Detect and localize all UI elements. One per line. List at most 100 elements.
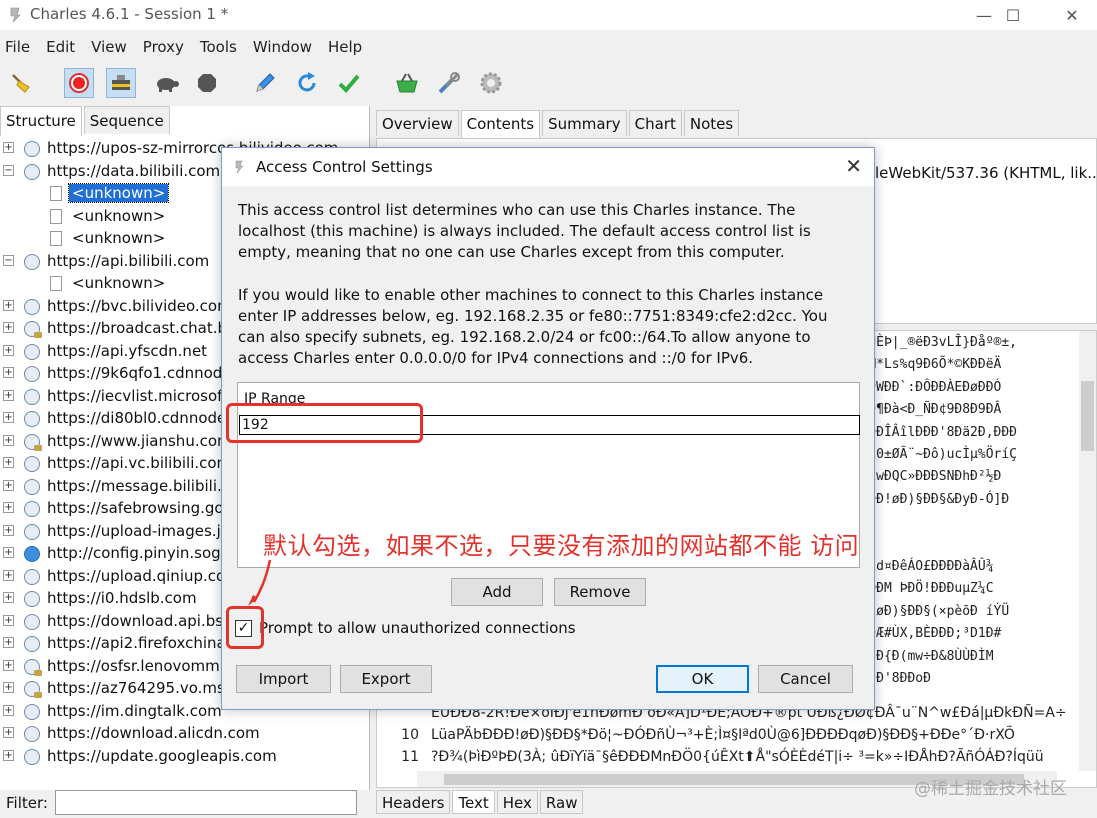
expand-icon[interactable]: + [3,389,14,401]
tree-item-label: https://download.alicdn.com [47,724,260,742]
pen-icon[interactable] [250,68,280,98]
expand-icon[interactable]: + [3,727,14,738]
tab-sequence[interactable]: Sequence [83,106,170,134]
annotation-box-checkbox [226,606,264,649]
import-button[interactable]: Import [236,665,331,693]
secure-globe-icon [24,433,42,451]
tab-structure[interactable]: Structure [0,106,82,136]
expand-icon[interactable]: + [3,637,14,648]
dialog-close-button[interactable]: ✕ [845,154,862,178]
tools-icon[interactable] [434,68,464,98]
menu-view[interactable]: View [85,34,133,60]
tree-item-label: <unknown> [72,274,166,292]
secure-globe-icon [24,681,42,698]
tree-item-label: https://api.bilibili.com [47,251,210,270]
tab-contents[interactable]: Contents [460,110,541,138]
menu-bar: File Edit View Proxy Tools Window Help [0,34,372,60]
menu-window[interactable]: Window [247,34,318,60]
document-icon [50,208,62,224]
expand-icon[interactable]: + [3,592,14,603]
menu-edit[interactable]: Edit [40,34,81,60]
tab-chart[interactable]: Chart [628,110,682,136]
expand-icon[interactable]: + [3,659,14,671]
ok-button[interactable]: OK [656,665,749,693]
add-button[interactable]: Add [451,578,543,606]
access-control-dialog: Access Control Settings ✕ This access co… [221,147,875,710]
line-number: 11 [401,749,419,765]
expand-icon[interactable]: + [3,749,14,761]
globe-icon [24,411,40,427]
tree-item-label: <unknown> [72,229,166,247]
gear-icon[interactable] [476,68,506,98]
expand-icon[interactable]: + [3,457,14,468]
check-icon[interactable] [334,68,364,98]
tab-headers[interactable]: Headers [376,790,451,814]
globe-icon [24,388,40,405]
expand-icon[interactable]: + [3,524,14,536]
broom-icon[interactable] [6,68,36,98]
globe-icon [24,546,40,562]
expand-icon[interactable]: + [3,142,14,153]
expand-icon[interactable]: + [3,569,14,581]
tab-overview[interactable]: Overview [376,110,459,136]
expand-icon[interactable]: + [3,412,14,423]
record-icon[interactable] [64,68,94,98]
stop-icon[interactable] [192,68,222,98]
tree-item-label: https://update.googleapis.com [47,746,277,765]
expand-icon[interactable]: + [3,434,14,446]
export-button[interactable]: Export [340,665,432,693]
tab-summary[interactable]: Summary [542,110,627,136]
collapse-icon[interactable]: − [3,254,14,266]
basket-icon[interactable] [392,68,422,98]
throttle-icon[interactable] [106,68,136,98]
cancel-button[interactable]: Cancel [758,665,853,693]
tab-hex[interactable]: Hex [496,790,538,814]
tab-text[interactable]: Text [452,790,495,814]
expand-icon[interactable]: + [3,322,14,333]
menu-file[interactable]: File [0,34,36,60]
tab-notes[interactable]: Notes [683,110,740,136]
document-icon [50,186,62,201]
expand-icon[interactable]: + [3,344,14,356]
tree-item-label: https://bvc.bilivideo.com [47,296,232,315]
expand-icon[interactable]: + [3,682,14,693]
expand-icon[interactable]: + [3,704,14,716]
globe-icon [24,366,40,382]
refresh-icon[interactable] [292,68,322,98]
filter-input[interactable] [55,790,357,815]
collapse-icon[interactable]: − [3,164,14,176]
menu-proxy[interactable]: Proxy [137,34,190,60]
maximize-button[interactable]: ☐ [990,0,1036,30]
menu-help[interactable]: Help [322,34,368,60]
globe-icon [24,253,40,270]
globe-icon [24,298,40,315]
response-tabs: Headers Text Hex Raw [376,790,585,814]
expand-icon[interactable]: + [3,299,14,311]
tree-host-row[interactable]: + https://update.googleapis.com [0,746,370,769]
expand-icon[interactable]: + [3,502,14,513]
expand-icon[interactable]: + [3,614,14,626]
tree-host-row[interactable]: + https://download.alicdn.com [0,723,370,746]
globe-icon [24,568,40,585]
line-text: LüaPÄbÐÐÐ!øÐ)§ÐÐ§*Ðö¦~ÐÓÐñÙ¬³+È;Ì¤§Iªd0Ù… [431,727,1015,743]
charles-app-icon [235,160,244,174]
filter-label: Filter: [6,794,48,812]
expand-icon[interactable]: + [3,547,14,558]
scroll-thumb[interactable] [1081,381,1094,451]
vertical-scrollbar[interactable] [1079,331,1096,771]
request-text: leWebKit/537.36 (KHTML, lik... [875,164,1097,182]
globe-icon [24,523,40,540]
globe-icon [24,636,40,652]
dialog-body: This access control list determines who … [222,186,874,709]
turtle-icon[interactable] [152,68,182,98]
secure-globe-icon [24,658,42,676]
expand-icon[interactable]: + [3,367,14,378]
tab-raw[interactable]: Raw [539,790,584,814]
line-text: ?Ð¾(ÞìÐºÞÐ(3À; ûÐïYïä¯§êÐÐÐMnÐÖ0{úÊXt⬆Å"… [431,749,1044,765]
tree-item-label: https://data.bilibili.com [47,161,221,180]
expand-icon[interactable]: + [3,479,14,491]
secure-globe-icon [24,321,42,338]
close-window-button[interactable]: ✕ [1049,0,1095,30]
remove-button[interactable]: Remove [554,578,646,606]
menu-tools[interactable]: Tools [194,34,243,60]
